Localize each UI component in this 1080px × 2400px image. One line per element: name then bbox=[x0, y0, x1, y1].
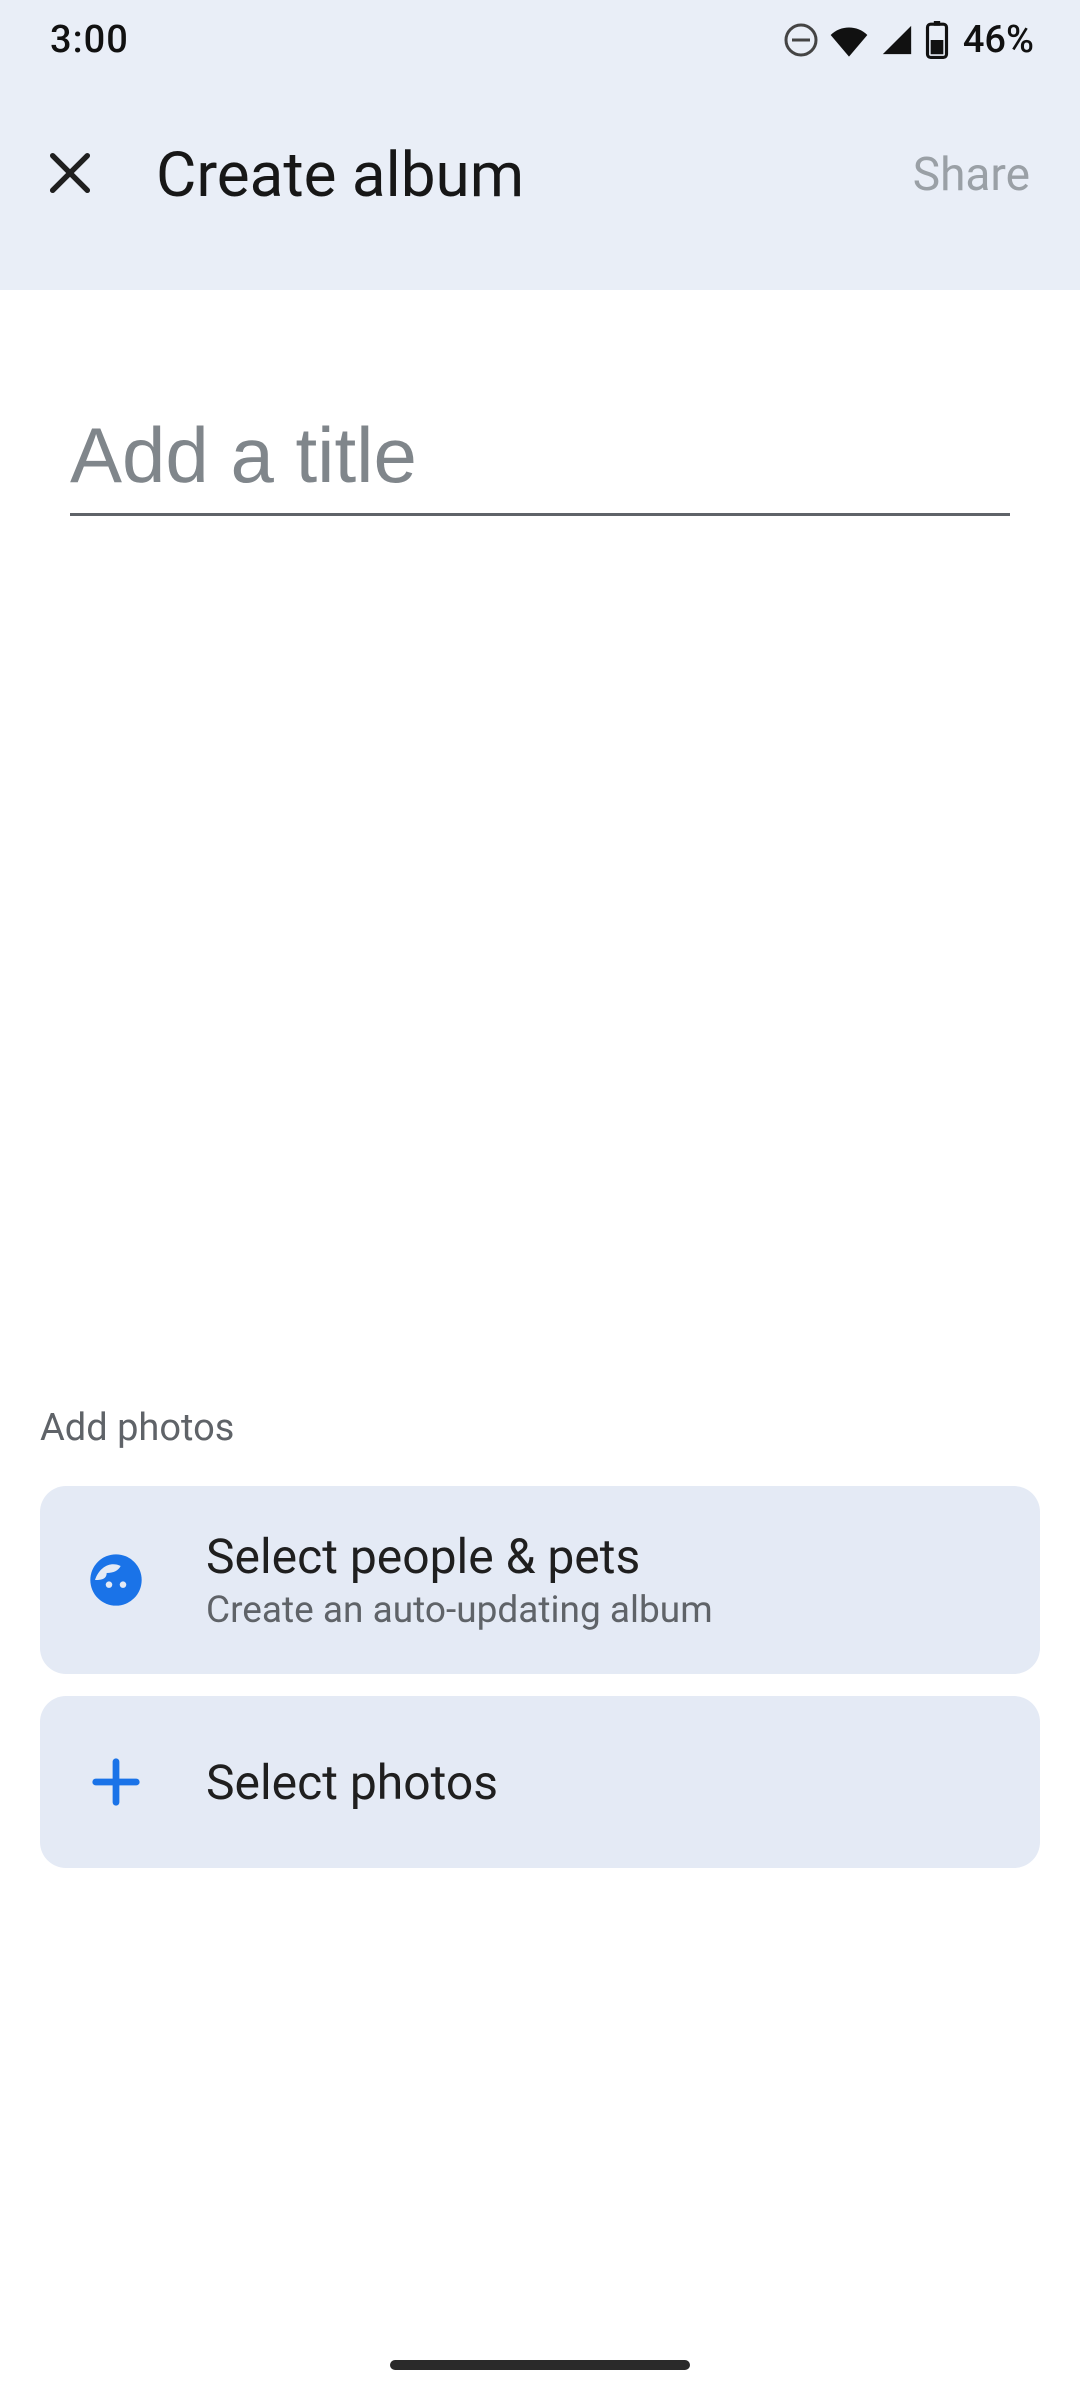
close-button[interactable] bbox=[40, 145, 100, 205]
select-photos-option[interactable]: Select photos bbox=[40, 1696, 1040, 1868]
page-title: Create album bbox=[156, 139, 913, 212]
status-bar: 3:00 46% bbox=[0, 0, 1080, 80]
option-title: Select people & pets bbox=[206, 1528, 713, 1585]
album-title-input[interactable] bbox=[70, 410, 1010, 501]
option-subtitle: Create an auto-updating album bbox=[206, 1589, 713, 1632]
select-people-pets-option[interactable]: Select people & pets Create an auto-upda… bbox=[40, 1486, 1040, 1674]
cellular-icon bbox=[879, 23, 915, 57]
battery-icon bbox=[925, 21, 949, 59]
close-icon bbox=[44, 147, 96, 203]
title-input-wrap bbox=[70, 410, 1010, 516]
home-indicator[interactable] bbox=[390, 2360, 690, 2370]
content-area: Add photos Select people & pets Create a… bbox=[0, 290, 1080, 1868]
app-bar: Create album Share bbox=[0, 80, 1080, 290]
option-title: Select photos bbox=[206, 1754, 498, 1811]
face-icon bbox=[86, 1550, 146, 1610]
status-icons: 46% bbox=[783, 18, 1034, 62]
add-photos-label: Add photos bbox=[40, 1406, 1010, 1450]
status-time: 3:00 bbox=[50, 18, 129, 62]
spacer bbox=[70, 536, 1010, 1406]
do-not-disturb-icon bbox=[783, 22, 819, 58]
share-button[interactable]: Share bbox=[913, 148, 1040, 202]
battery-percentage: 46% bbox=[963, 18, 1034, 62]
plus-icon bbox=[86, 1752, 146, 1812]
wifi-icon bbox=[829, 23, 869, 57]
